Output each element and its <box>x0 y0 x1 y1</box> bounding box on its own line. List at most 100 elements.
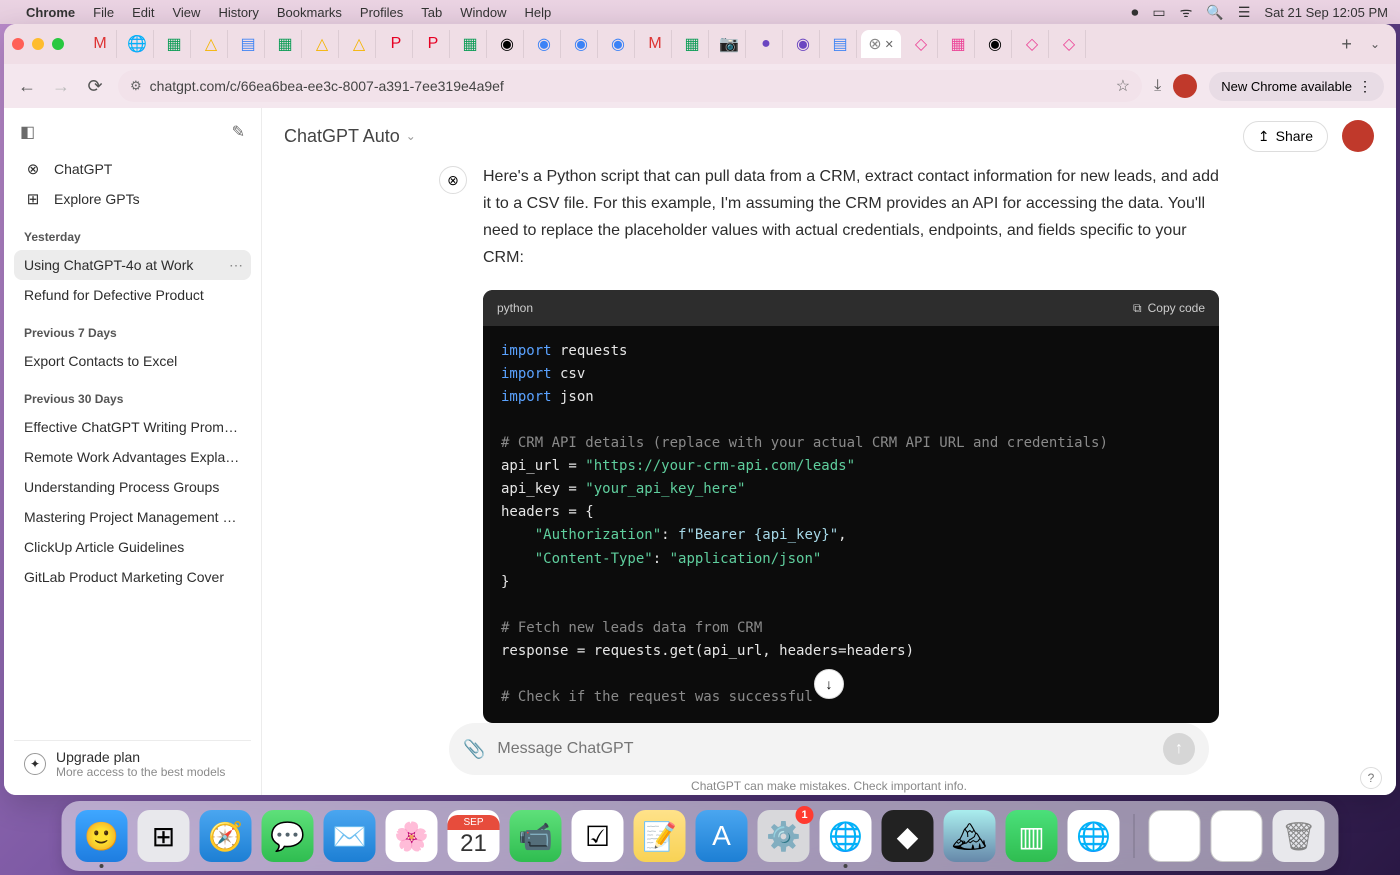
back-button[interactable]: ← <box>16 76 38 97</box>
window-zoom-button[interactable] <box>52 38 64 50</box>
chat-item-more-icon[interactable]: ⋯ <box>229 257 243 274</box>
tab-favicon[interactable]: ◇ <box>905 30 938 58</box>
new-tab-button[interactable]: + <box>1331 34 1362 55</box>
bookmark-star-icon[interactable]: ☆ <box>1116 76 1130 96</box>
dock-chrome[interactable]: 🌐 <box>820 810 872 862</box>
message-input[interactable] <box>497 740 1151 758</box>
chat-history-item[interactable]: Understanding Process Groups <box>14 472 251 502</box>
menubar-history[interactable]: History <box>218 5 258 20</box>
tab-favicon[interactable]: ▦ <box>158 30 191 58</box>
dock-appstore[interactable]: A <box>696 810 748 862</box>
tab-favicon[interactable]: ▦ <box>676 30 709 58</box>
menubar-edit[interactable]: Edit <box>132 5 154 20</box>
dock-trash[interactable]: 🗑 <box>1273 810 1325 862</box>
wifi-icon[interactable]: ᯤ <box>1180 3 1193 22</box>
tab-favicon[interactable]: P <box>380 30 413 58</box>
copy-code-button[interactable]: ⧉ Copy code <box>1133 298 1205 318</box>
upgrade-plan-button[interactable]: ✦ Upgrade plan More access to the best m… <box>14 740 251 787</box>
dock-messages[interactable]: 💬 <box>262 810 314 862</box>
dock-calendar[interactable]: SEP 21 <box>448 810 500 862</box>
menubar-help[interactable]: Help <box>525 5 552 20</box>
chat-history-item[interactable]: ClickUp Article Guidelines <box>14 532 251 562</box>
scroll-to-bottom-button[interactable]: ↓ <box>814 669 844 699</box>
tab-favicon[interactable]: ◇ <box>1016 30 1049 58</box>
help-button[interactable]: ? <box>1360 767 1382 789</box>
screen-record-icon[interactable]: ⏺ <box>1131 4 1138 21</box>
tab-favicon[interactable]: ▦ <box>454 30 487 58</box>
tab-favicon[interactable]: M <box>639 30 672 58</box>
model-selector[interactable]: ChatGPT Auto ⌄ <box>284 126 416 147</box>
tab-favicon[interactable]: ▤ <box>232 30 265 58</box>
menubar-tab[interactable]: Tab <box>421 5 442 20</box>
chat-history-item[interactable]: Effective ChatGPT Writing Prompts <box>14 412 251 442</box>
tab-favicon[interactable]: ◉ <box>979 30 1012 58</box>
dock-minimized-window[interactable] <box>1149 810 1201 862</box>
forward-button[interactable]: → <box>50 76 72 97</box>
close-tab-icon[interactable]: ✕ <box>885 38 894 51</box>
dock-notes[interactable]: 📝 <box>634 810 686 862</box>
tab-favicon[interactable]: ▦ <box>269 30 302 58</box>
chrome-profile-avatar[interactable] <box>1173 74 1197 98</box>
tab-favicon[interactable]: 🌐 <box>121 30 154 58</box>
tab-favicon[interactable]: △ <box>343 30 376 58</box>
dock-finder[interactable]: 🙂 <box>76 810 128 862</box>
tab-favicon[interactable]: ◉ <box>491 30 524 58</box>
dock-unity[interactable]: ◆ <box>882 810 934 862</box>
tab-favicon[interactable]: ◉ <box>602 30 635 58</box>
send-button[interactable]: ↑ <box>1163 733 1195 765</box>
dock-reminders[interactable]: ☑︎ <box>572 810 624 862</box>
window-close-button[interactable] <box>12 38 24 50</box>
sidebar-nav-explore[interactable]: ⊞ Explore GPTs <box>14 184 251 214</box>
dock-safari[interactable]: 🧭 <box>200 810 252 862</box>
menubar-clock[interactable]: Sat 21 Sep 12:05 PM <box>1264 5 1388 20</box>
tab-favicon[interactable]: △ <box>306 30 339 58</box>
dock-chrome-2[interactable]: 🌐 <box>1068 810 1120 862</box>
menubar-window[interactable]: Window <box>460 5 506 20</box>
downloads-icon[interactable]: ⤓ <box>1154 77 1161 95</box>
tab-favicon[interactable]: ◇ <box>1053 30 1086 58</box>
tab-favicon[interactable]: △ <box>195 30 228 58</box>
dock-mail[interactable]: ✉️ <box>324 810 376 862</box>
user-avatar[interactable] <box>1342 120 1374 152</box>
menubar-file[interactable]: File <box>93 5 114 20</box>
menubar-profiles[interactable]: Profiles <box>360 5 403 20</box>
tab-favicon[interactable]: ▤ <box>824 30 857 58</box>
tab-favicon[interactable]: ● <box>750 30 783 58</box>
spotlight-icon[interactable]: 🔍 <box>1206 4 1223 21</box>
chrome-update-chip[interactable]: New Chrome available ⋮ <box>1209 72 1384 101</box>
tab-favicon[interactable]: ◉ <box>528 30 561 58</box>
attach-file-icon[interactable]: 📎 <box>463 739 485 760</box>
toggle-sidebar-icon[interactable]: ◧ <box>20 122 35 142</box>
dock-numbers[interactable]: ▥ <box>1006 810 1058 862</box>
dock-facetime[interactable]: 📹 <box>510 810 562 862</box>
dock-launchpad[interactable]: ⊞ <box>138 810 190 862</box>
menubar-bookmarks[interactable]: Bookmarks <box>277 5 342 20</box>
chat-history-item[interactable]: Remote Work Advantages Explained <box>14 442 251 472</box>
battery-icon[interactable]: ▭ <box>1152 4 1165 21</box>
share-button[interactable]: ↥ Share <box>1243 121 1328 152</box>
tab-favicon[interactable]: 📷 <box>713 30 746 58</box>
menubar-app-name[interactable]: Chrome <box>26 5 75 20</box>
chrome-menu-icon[interactable]: ⋮ <box>1358 78 1372 95</box>
chat-history-item[interactable]: Mastering Project Management Goals <box>14 502 251 532</box>
dock-settings[interactable]: ⚙️ 1 <box>758 810 810 862</box>
chat-history-item[interactable]: Export Contacts to Excel <box>14 346 251 376</box>
dock-photos[interactable]: 🌸 <box>386 810 438 862</box>
new-chat-icon[interactable]: ✎ <box>232 122 245 142</box>
tab-favicon[interactable]: M <box>84 30 117 58</box>
tab-favicon[interactable]: ◉ <box>565 30 598 58</box>
sidebar-nav-chatgpt[interactable]: ⊗ ChatGPT <box>14 154 251 184</box>
reload-button[interactable]: ⟳ <box>84 76 106 97</box>
tab-overflow-button[interactable]: ⌄ <box>1362 37 1388 51</box>
dock-minimized-window[interactable] <box>1211 810 1263 862</box>
tab-favicon[interactable]: P <box>417 30 450 58</box>
chat-history-item[interactable]: Refund for Defective Product <box>14 280 251 310</box>
menubar-view[interactable]: View <box>172 5 200 20</box>
window-minimize-button[interactable] <box>32 38 44 50</box>
tab-favicon[interactable]: ▦ <box>942 30 975 58</box>
chat-history-item[interactable]: GitLab Product Marketing Cover <box>14 562 251 592</box>
tab-favicon[interactable]: ◉ <box>787 30 820 58</box>
address-bar[interactable]: ⚙︎ chatgpt.com/c/66ea6bea-ee3c-8007-a391… <box>118 70 1142 102</box>
chat-history-item[interactable]: Using ChatGPT-4o at Work ⋯ <box>14 250 251 280</box>
site-info-icon[interactable]: ⚙︎ <box>130 78 142 94</box>
